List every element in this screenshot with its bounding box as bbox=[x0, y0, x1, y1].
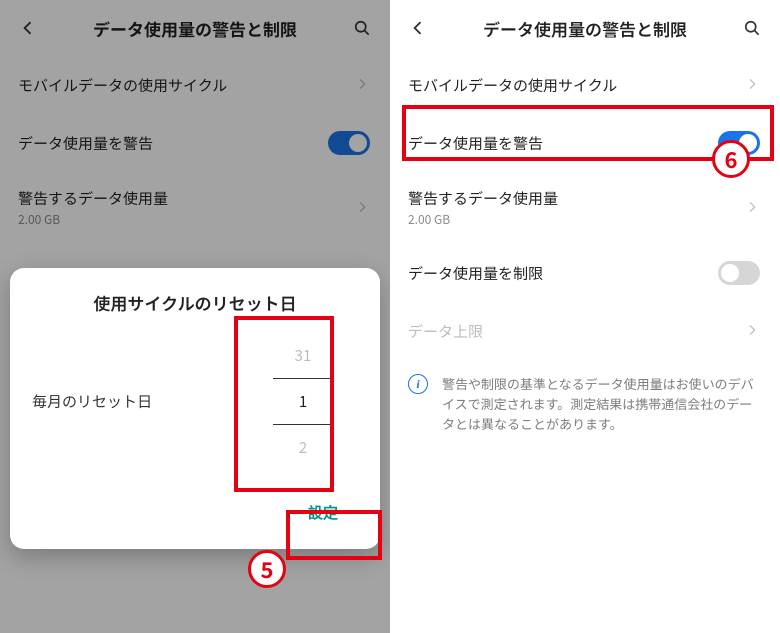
picker-current: 1 bbox=[299, 391, 307, 412]
row-limit[interactable]: データ使用量を制限 bbox=[390, 244, 780, 302]
search-icon[interactable] bbox=[346, 12, 378, 44]
chevron-right-icon bbox=[354, 196, 370, 220]
info-row: i 警告や制限の基準となるデータ使用量はお使いのデバイスで測定されます。測定結果… bbox=[390, 360, 780, 448]
row-label: 警告するデータ使用量 bbox=[408, 188, 734, 209]
reset-day-dialog: 使用サイクルのリセット日 毎月のリセット日 31 1 2 設定 bbox=[10, 268, 380, 549]
picker-next: 2 bbox=[299, 437, 307, 458]
row-cycle[interactable]: モバイルデータの使用サイクル bbox=[0, 56, 390, 114]
page-title: データ使用量の警告と制限 bbox=[56, 16, 334, 41]
annotation-badge-6: 6 bbox=[712, 140, 750, 178]
left-screen: データ使用量の警告と制限 モバイルデータの使用サイクル データ使用量を警告 警告… bbox=[0, 0, 390, 633]
chevron-right-icon bbox=[744, 319, 760, 343]
row-label: モバイルデータの使用サイクル bbox=[18, 75, 344, 96]
row-label: データ上限 bbox=[408, 321, 734, 342]
row-cap: データ上限 bbox=[390, 302, 780, 360]
row-label: データ使用量を制限 bbox=[408, 263, 708, 284]
page-title: データ使用量の警告と制限 bbox=[446, 16, 724, 41]
row-label: データ使用量を警告 bbox=[18, 133, 318, 154]
header: データ使用量の警告と制限 bbox=[0, 0, 390, 56]
toggle-warn[interactable] bbox=[328, 131, 370, 155]
picker-line bbox=[273, 378, 333, 379]
dialog-title: 使用サイクルのリセット日 bbox=[32, 290, 358, 315]
row-sublabel: 2.00 GB bbox=[18, 211, 344, 228]
chevron-right-icon bbox=[744, 196, 760, 220]
header: データ使用量の警告と制限 bbox=[390, 0, 780, 56]
back-icon[interactable] bbox=[12, 12, 44, 44]
picker-line bbox=[273, 424, 333, 425]
row-warn[interactable]: データ使用量を警告 bbox=[0, 114, 390, 172]
search-icon[interactable] bbox=[736, 12, 768, 44]
reset-day-label: 毎月のリセット日 bbox=[32, 391, 240, 412]
row-sublabel: 2.00 GB bbox=[408, 211, 734, 228]
info-text: 警告や制限の基準となるデータ使用量はお使いのデバイスで測定されます。測定結果は携… bbox=[442, 374, 760, 434]
annotation-badge-5: 5 bbox=[248, 550, 286, 588]
row-warn-amount[interactable]: 警告するデータ使用量 2.00 GB bbox=[390, 172, 780, 244]
row-cycle[interactable]: モバイルデータの使用サイクル bbox=[390, 56, 780, 114]
row-label: 警告するデータ使用量 bbox=[18, 188, 344, 209]
row-label: データ使用量を警告 bbox=[408, 133, 708, 154]
chevron-right-icon bbox=[744, 73, 760, 97]
info-icon: i bbox=[408, 374, 428, 394]
chevron-right-icon bbox=[354, 73, 370, 97]
day-picker[interactable]: 31 1 2 bbox=[248, 345, 358, 458]
row-label: モバイルデータの使用サイクル bbox=[408, 75, 734, 96]
picker-prev: 31 bbox=[295, 345, 312, 366]
right-screen: データ使用量の警告と制限 モバイルデータの使用サイクル データ使用量を警告 警告… bbox=[390, 0, 780, 633]
toggle-limit[interactable] bbox=[718, 261, 760, 285]
row-warn-amount[interactable]: 警告するデータ使用量 2.00 GB bbox=[0, 172, 390, 244]
back-icon[interactable] bbox=[402, 12, 434, 44]
confirm-button[interactable]: 設定 bbox=[288, 494, 358, 531]
